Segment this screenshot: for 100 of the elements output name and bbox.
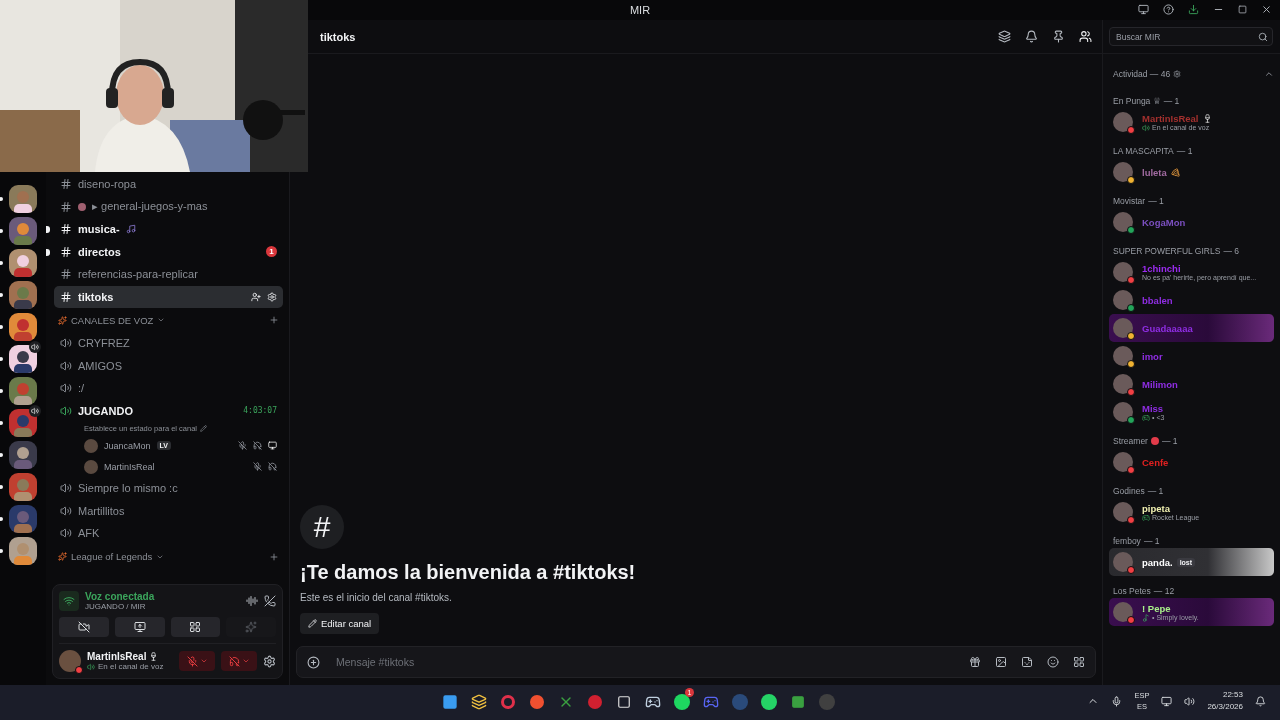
member-name[interactable]: pipeta bbox=[1142, 502, 1170, 514]
edit-channel-button[interactable]: Editar canal bbox=[300, 613, 380, 634]
voice-channel[interactable]: Siempre lo mismo :c bbox=[54, 477, 283, 500]
group-count: — 1 bbox=[1163, 96, 1180, 106]
group-label: En Punga ♕ bbox=[1113, 96, 1161, 106]
chevron-down-icon bbox=[241, 657, 250, 665]
group-label: LA MASCAPITA bbox=[1113, 146, 1174, 156]
speaker-icon bbox=[60, 482, 72, 495]
message-box[interactable]: Mensaje #tiktoks bbox=[296, 646, 1096, 678]
headphones-off-icon bbox=[228, 655, 240, 667]
add-icon[interactable] bbox=[307, 655, 320, 669]
channel-symbol: # bbox=[300, 505, 344, 549]
channel-item[interactable]: tiktoks bbox=[54, 285, 283, 308]
member-name[interactable]: bbalen bbox=[1142, 294, 1173, 306]
voice-channel[interactable]: AMIGOS bbox=[54, 354, 283, 377]
collapse-icon[interactable] bbox=[1264, 69, 1274, 79]
clock[interactable]: 22:53 26/3/2026 bbox=[1207, 689, 1243, 713]
glasses-icon bbox=[149, 652, 159, 661]
gift-icon[interactable] bbox=[969, 656, 981, 668]
group-label: Godines bbox=[1113, 486, 1145, 496]
voice-channel[interactable]: :/ bbox=[54, 377, 283, 400]
disconnect-icon[interactable] bbox=[264, 595, 276, 607]
camera-button[interactable] bbox=[59, 617, 109, 637]
group-label: femboy bbox=[1113, 536, 1141, 546]
member-name[interactable]: imor bbox=[1142, 350, 1163, 362]
member-name[interactable]: KogaMon bbox=[1142, 216, 1186, 228]
pencil-icon bbox=[308, 619, 317, 628]
screen-icon[interactable] bbox=[1138, 4, 1149, 15]
voice-channel[interactable]: JUGANDO 4:03:07 bbox=[54, 399, 283, 422]
grid-icon bbox=[189, 621, 202, 633]
group-count: — 6 bbox=[1223, 246, 1239, 256]
invite-icon[interactable] bbox=[251, 291, 261, 302]
voice-member[interactable]: MartinIsReal bbox=[54, 456, 283, 477]
member-name[interactable]: luleta bbox=[1142, 166, 1167, 178]
member-name[interactable]: Cenfe bbox=[1142, 456, 1169, 468]
member-name[interactable]: panda. bbox=[1142, 556, 1173, 568]
bell-icon[interactable] bbox=[1025, 30, 1038, 43]
settings-icon[interactable] bbox=[263, 654, 276, 668]
group-count: — 1 bbox=[1176, 146, 1193, 156]
mute-button[interactable] bbox=[179, 651, 215, 671]
voice-status: Voz conectada bbox=[85, 591, 155, 602]
hash-icon bbox=[60, 178, 72, 191]
channel-item[interactable]: directos 1 bbox=[54, 240, 283, 263]
speaker-icon bbox=[60, 337, 72, 350]
help-icon[interactable] bbox=[1163, 4, 1174, 15]
message-field[interactable]: Mensaje #tiktoks bbox=[334, 655, 955, 669]
download-icon[interactable] bbox=[1188, 4, 1199, 15]
bell-icon[interactable] bbox=[1255, 695, 1266, 707]
search-field[interactable]: Buscar MIR bbox=[1114, 30, 1258, 43]
category-header[interactable]: CANALES DE VOZ bbox=[71, 314, 154, 326]
channel-title: tiktoks bbox=[320, 30, 356, 43]
group-count: — 1 bbox=[1161, 436, 1178, 446]
unread-badge: 1 bbox=[266, 246, 277, 258]
activities-button[interactable] bbox=[170, 617, 221, 637]
sticker-icon[interactable] bbox=[1021, 656, 1033, 668]
members-icon[interactable] bbox=[1079, 30, 1092, 43]
speaker-icon bbox=[60, 504, 72, 517]
volume-icon[interactable] bbox=[1184, 695, 1196, 707]
call-timer: 4:03:07 bbox=[243, 406, 277, 416]
group-count: — 1 bbox=[1147, 486, 1164, 496]
apps-icon[interactable] bbox=[1073, 656, 1085, 668]
group-label: Los Petes bbox=[1113, 586, 1151, 596]
channel-item[interactable]: musica- bbox=[54, 218, 283, 241]
close-icon[interactable] bbox=[1261, 4, 1272, 15]
hash-icon bbox=[60, 245, 72, 258]
welcome-subtitle: Este es el inicio del canal #tiktoks. bbox=[300, 592, 453, 603]
window-title: MIR bbox=[629, 4, 651, 16]
maximize-icon[interactable] bbox=[1238, 5, 1247, 14]
category-header[interactable]: League of Legends bbox=[71, 551, 153, 562]
speaker-icon bbox=[60, 404, 72, 417]
emoji-icon[interactable] bbox=[1047, 656, 1059, 668]
avatar bbox=[84, 438, 98, 453]
channel-item[interactable]: referencias-para-replicar bbox=[54, 263, 283, 286]
screen-share-button[interactable] bbox=[114, 617, 165, 637]
voice-channel[interactable]: CRYFREZ bbox=[54, 332, 283, 355]
activity-header: Actividad — 46 bbox=[1113, 69, 1171, 79]
voice-location: JUGANDO / MIR bbox=[85, 602, 147, 611]
member-name[interactable]: 1chinchi bbox=[1142, 263, 1181, 274]
speaker-icon bbox=[60, 382, 72, 395]
mic-off-icon bbox=[186, 655, 198, 667]
deafen-button[interactable] bbox=[221, 651, 257, 671]
member-name[interactable]: Miss bbox=[1142, 402, 1164, 414]
group-count: — 1 bbox=[1148, 196, 1164, 206]
chevron-down-icon bbox=[199, 657, 208, 665]
mic-icon[interactable] bbox=[1111, 695, 1123, 707]
channel-item[interactable]: diseno-ropa bbox=[54, 173, 283, 196]
member-name[interactable]: ! Pepe bbox=[1142, 602, 1171, 614]
search-box[interactable]: Buscar MIR bbox=[1109, 27, 1273, 46]
settings-icon[interactable] bbox=[1173, 70, 1182, 78]
pin-icon[interactable] bbox=[1052, 30, 1065, 43]
voice-channel[interactable]: Martillitos bbox=[54, 499, 283, 522]
sparkle-icon bbox=[58, 552, 67, 561]
chevron-down-icon[interactable] bbox=[157, 316, 166, 324]
speaker-icon bbox=[60, 527, 72, 540]
member-name[interactable]: Milimon bbox=[1142, 378, 1178, 390]
pencil-icon[interactable] bbox=[200, 425, 207, 432]
signal-icon bbox=[59, 591, 79, 611]
avatar bbox=[84, 459, 98, 474]
voice-channel[interactable]: AFK bbox=[54, 522, 283, 545]
channel-item[interactable]: ▸ general-juegos-y-mas bbox=[54, 195, 283, 218]
